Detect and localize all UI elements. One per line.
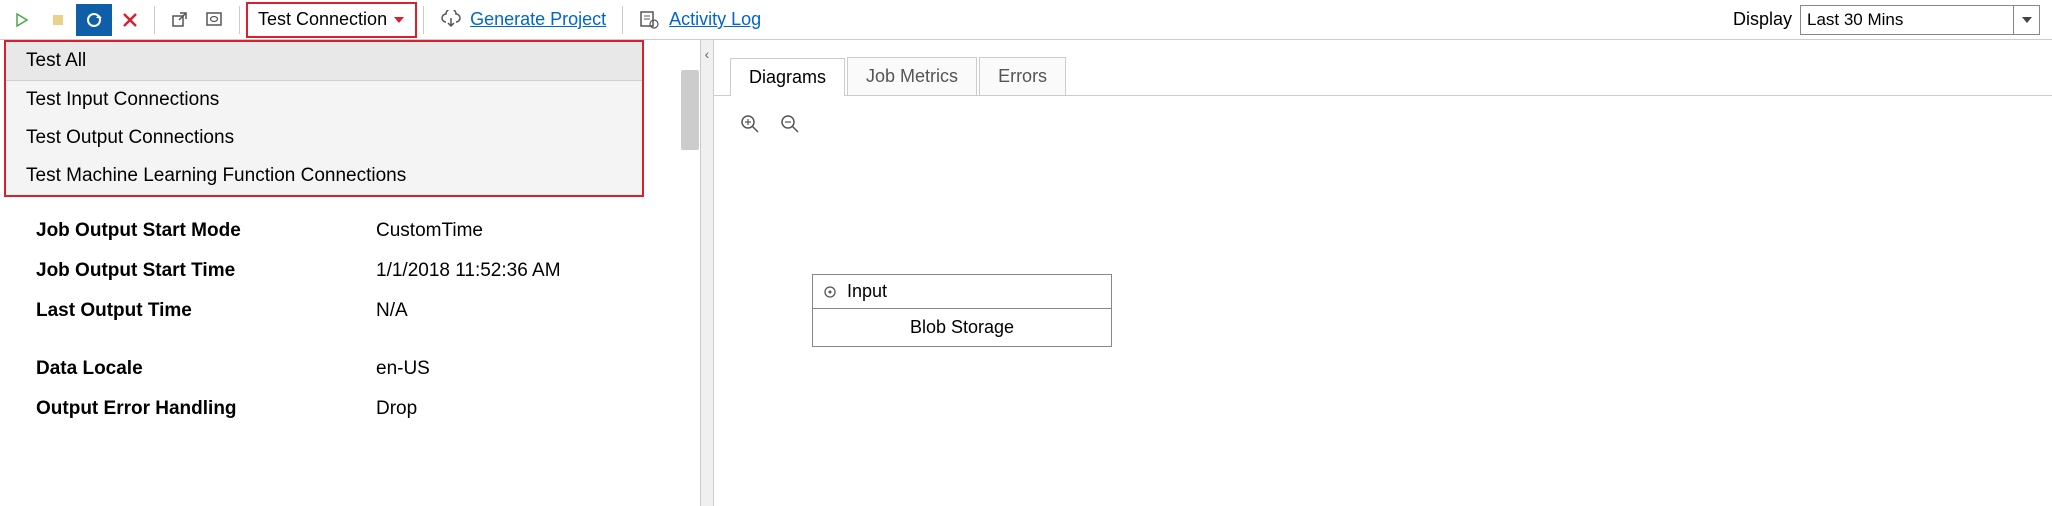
activity-log-link[interactable]: Activity Log	[669, 9, 761, 30]
property-row: Output Error Handling Drop	[36, 398, 680, 420]
refresh-button[interactable]	[76, 4, 112, 36]
start-button[interactable]	[4, 4, 40, 36]
menu-item-test-all[interactable]: Test All	[6, 42, 642, 81]
vertical-scrollbar[interactable]	[681, 70, 699, 150]
display-select-value: Last 30 Mins	[1801, 10, 2013, 30]
menu-item-test-ml[interactable]: Test Machine Learning Function Connectio…	[6, 157, 642, 195]
display-label: Display	[1733, 9, 1792, 30]
chevron-down-icon	[393, 16, 405, 24]
diagram-node-title: Input	[847, 281, 887, 302]
tab-job-metrics[interactable]: Job Metrics	[847, 57, 977, 95]
property-value: N/A	[376, 300, 408, 322]
divider	[154, 6, 155, 34]
diagram-node-type: Blob Storage	[813, 309, 1111, 346]
property-row: Last Output Time N/A	[36, 300, 680, 322]
activity-log-icon	[639, 10, 661, 30]
divider	[423, 6, 424, 34]
display-group: Display Last 30 Mins	[1733, 5, 2048, 35]
tab-bar: Diagrams Job Metrics Errors	[714, 54, 2052, 96]
generate-project-link[interactable]: Generate Project	[470, 9, 606, 30]
menu-item-test-input[interactable]: Test Input Connections	[6, 81, 642, 119]
chevron-down-icon	[2013, 6, 2039, 34]
zoom-controls	[732, 114, 2034, 134]
property-label: Data Locale	[36, 358, 376, 380]
property-value: en-US	[376, 358, 430, 380]
diagram-area: Input Blob Storage	[714, 96, 2052, 365]
divider	[622, 6, 623, 34]
link-button[interactable]	[197, 4, 233, 36]
divider	[239, 6, 240, 34]
toolbar: Test Connection Generate Project Activit…	[0, 0, 2052, 40]
splitter[interactable]: ‹	[700, 40, 714, 506]
property-value: Drop	[376, 398, 417, 420]
delete-button[interactable]	[112, 4, 148, 36]
property-label: Job Output Start Time	[36, 260, 376, 282]
property-row: Job Output Start Mode CustomTime	[36, 220, 680, 242]
collapse-left-icon[interactable]: ‹	[705, 46, 710, 62]
property-value: CustomTime	[376, 220, 483, 242]
cloud-download-icon	[440, 10, 462, 30]
right-panel: Diagrams Job Metrics Errors Input Blob S…	[714, 40, 2052, 506]
property-label: Job Output Start Mode	[36, 220, 376, 242]
property-label: Output Error Handling	[36, 398, 376, 420]
property-row: Job Output Start Time 1/1/2018 11:52:36 …	[36, 260, 680, 282]
tab-diagrams[interactable]: Diagrams	[730, 58, 845, 96]
property-row: Data Locale en-US	[36, 358, 680, 380]
generate-project-button[interactable]: Generate Project	[430, 4, 616, 36]
tab-errors[interactable]: Errors	[979, 57, 1066, 95]
test-connection-menu: Test All Test Input Connections Test Out…	[4, 40, 644, 197]
stop-button[interactable]	[40, 4, 76, 36]
menu-item-test-output[interactable]: Test Output Connections	[6, 119, 642, 157]
diagram-node-input[interactable]: Input Blob Storage	[812, 274, 1112, 347]
test-connection-dropdown[interactable]: Test Connection	[246, 2, 417, 38]
node-icon	[823, 285, 837, 299]
open-external-button[interactable]	[161, 4, 197, 36]
zoom-in-button[interactable]	[740, 114, 760, 134]
property-label: Last Output Time	[36, 300, 376, 322]
property-value: 1/1/2018 11:52:36 AM	[376, 260, 561, 282]
zoom-out-button[interactable]	[780, 114, 800, 134]
diagram-node-header: Input	[813, 275, 1111, 309]
test-connection-label: Test Connection	[258, 9, 387, 30]
display-select[interactable]: Last 30 Mins	[1800, 5, 2040, 35]
activity-log-button[interactable]: Activity Log	[629, 4, 771, 36]
